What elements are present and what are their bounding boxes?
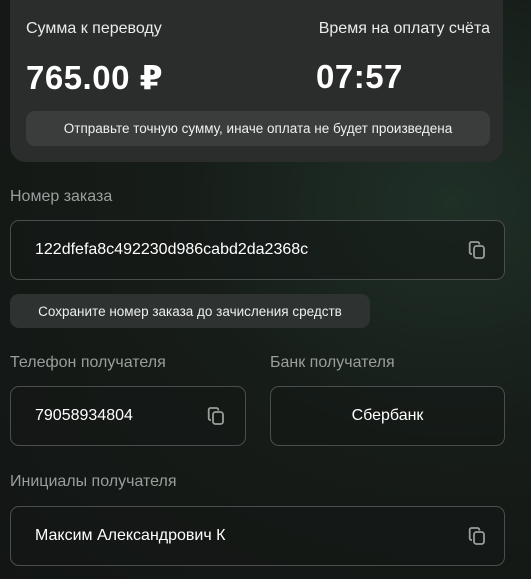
recipient-initials-label: Инициалы получателя: [10, 473, 177, 490]
exact-amount-warning: Отправьте точную сумму, иначе оплата не …: [26, 111, 490, 146]
recipient-bank-label: Банк получателя: [270, 354, 395, 371]
recipient-phone-value: 79058934804: [35, 407, 133, 424]
recipient-phone-label: Телефон получателя: [10, 354, 166, 371]
order-number-label: Номер заказа: [10, 188, 113, 205]
copy-icon[interactable]: [207, 406, 225, 426]
recipient-bank-field[interactable]: Сбербанк: [270, 386, 505, 446]
recipient-bank-value: Сбербанк: [351, 407, 424, 424]
time-label: Время на оплату счёта: [318, 20, 490, 37]
order-number-field[interactable]: 122dfefa8c492230d986cabd2da2368c: [10, 220, 505, 280]
order-number-value: 122dfefa8c492230d986cabd2da2368c: [35, 241, 309, 258]
recipient-phone-field[interactable]: 79058934804: [10, 386, 246, 446]
payment-summary-card: Сумма к переводу Время на оплату счёта 7…: [10, 0, 503, 162]
amount-label: Сумма к переводу: [26, 20, 162, 37]
timer-value: 07:57: [316, 58, 403, 95]
save-order-hint: Сохраните номер заказа до зачисления сре…: [10, 294, 370, 328]
recipient-initials-value: Максим Александрович К: [35, 527, 226, 544]
copy-icon[interactable]: [468, 240, 486, 260]
copy-icon[interactable]: [468, 526, 486, 546]
amount-value: 765.00 ₽: [26, 59, 164, 96]
recipient-initials-field[interactable]: Максим Александрович К: [10, 506, 505, 566]
